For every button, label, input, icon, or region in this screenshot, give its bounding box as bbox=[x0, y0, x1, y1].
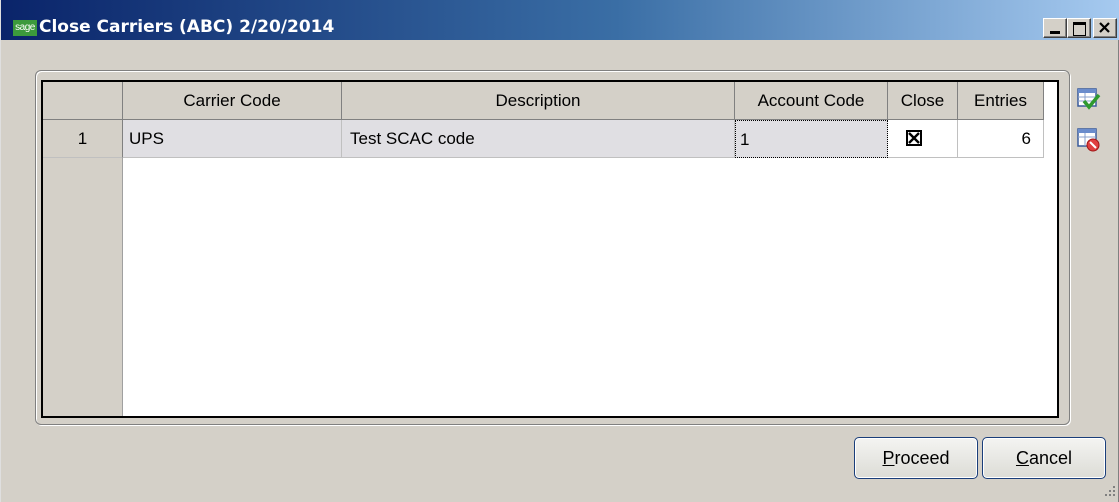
cancel-button[interactable]: Cancel bbox=[982, 437, 1106, 479]
column-header-carrier-code[interactable]: Carrier Code bbox=[123, 82, 342, 120]
sage-logo-icon: sage bbox=[13, 20, 37, 36]
title-bar[interactable]: sage Close Carriers (ABC) 2/20/2014 bbox=[1, 0, 1119, 40]
close-checkbox[interactable] bbox=[906, 130, 922, 146]
cell-entries[interactable]: 6 bbox=[958, 120, 1044, 158]
close-carriers-window: sage Close Carriers (ABC) 2/20/2014 Carr… bbox=[0, 0, 1119, 502]
grid-select-all-icon bbox=[1077, 88, 1101, 110]
clear-all-button[interactable] bbox=[1075, 126, 1101, 152]
cell-account-code[interactable]: 1 bbox=[735, 120, 888, 158]
carriers-grid[interactable]: Carrier Code Description Account Code Cl… bbox=[41, 80, 1059, 418]
minimize-icon bbox=[1050, 31, 1060, 34]
select-all-button[interactable] bbox=[1075, 86, 1101, 112]
resize-grip-icon[interactable] bbox=[1101, 482, 1117, 498]
cell-description[interactable]: Test SCAC code bbox=[342, 120, 735, 158]
cell-carrier-code[interactable]: UPS bbox=[123, 120, 342, 158]
row-number[interactable]: 1 bbox=[43, 120, 123, 158]
checkbox-x-icon bbox=[908, 132, 920, 144]
maximize-button[interactable] bbox=[1067, 18, 1091, 38]
proceed-button[interactable]: Proceed bbox=[854, 437, 978, 479]
maximize-icon bbox=[1073, 22, 1086, 36]
close-icon bbox=[1099, 22, 1110, 33]
column-header-entries[interactable]: Entries bbox=[958, 82, 1044, 120]
column-header-account-code[interactable]: Account Code bbox=[735, 82, 888, 120]
grid-corner-header[interactable] bbox=[43, 82, 123, 120]
column-header-close[interactable]: Close bbox=[888, 82, 958, 120]
minimize-button[interactable] bbox=[1043, 18, 1067, 38]
cell-close[interactable] bbox=[888, 120, 958, 158]
column-header-description[interactable]: Description bbox=[342, 82, 735, 120]
grid-clear-icon bbox=[1077, 128, 1100, 152]
window-title: Close Carriers (ABC) 2/20/2014 bbox=[39, 17, 335, 37]
close-button[interactable] bbox=[1093, 18, 1117, 38]
